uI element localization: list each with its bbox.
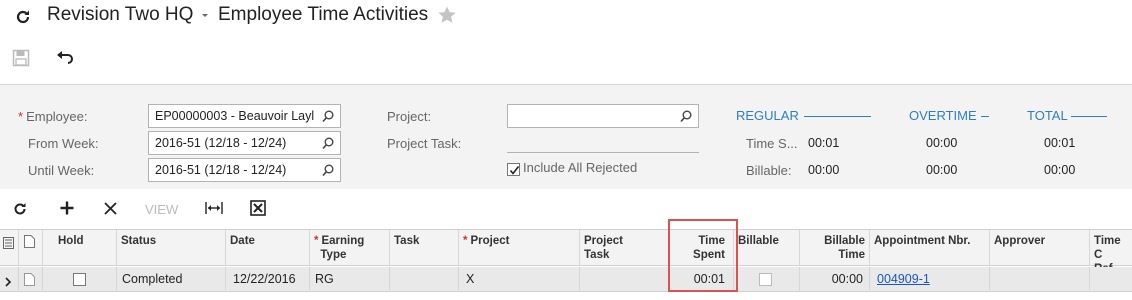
grid-header: Hold Status Date * Earning Type Task * Pro… bbox=[0, 229, 1132, 275]
project-task-label: Project Task: bbox=[387, 136, 462, 151]
col-earning-type[interactable]: * Earning Type bbox=[314, 234, 364, 262]
row-selector-icon[interactable] bbox=[3, 236, 14, 254]
from-week-label: From Week: bbox=[28, 136, 99, 151]
billable-label: Billable: bbox=[746, 163, 792, 178]
until-week-field[interactable]: 2016-51 (12/18 - 12/24) bbox=[148, 158, 341, 182]
billable-time-cell[interactable]: 00:00 bbox=[804, 272, 863, 286]
company-selector[interactable]: Revision Two HQ bbox=[47, 4, 193, 26]
search-icon[interactable] bbox=[680, 110, 692, 123]
delete-icon[interactable] bbox=[103, 201, 118, 221]
regular-time-spent: 00:01 bbox=[808, 136, 840, 150]
col-project[interactable]: * Project bbox=[463, 234, 509, 248]
col-task[interactable]: Task bbox=[394, 234, 419, 248]
project-task-field[interactable] bbox=[507, 152, 699, 153]
col-date[interactable]: Date bbox=[230, 234, 255, 248]
table-row[interactable]: Completed 12/22/2016 RG X 00:01 00:00 00… bbox=[0, 267, 1132, 292]
col-hold[interactable]: Hold bbox=[58, 234, 84, 248]
hold-checkbox[interactable] bbox=[73, 273, 86, 286]
row-pointer-icon bbox=[5, 274, 12, 292]
overtime-heading: OVERTIME bbox=[909, 108, 977, 123]
refresh-icon[interactable] bbox=[12, 201, 28, 222]
regular-heading: REGULAR bbox=[736, 108, 799, 123]
view-button[interactable]: VIEW bbox=[145, 202, 178, 217]
filter-form: * Employee: EP00000003 - Beauvoir Layl Fr… bbox=[0, 84, 1132, 189]
status-cell: Completed bbox=[122, 272, 183, 286]
refresh-icon[interactable] bbox=[14, 8, 32, 26]
save-icon[interactable] bbox=[12, 49, 30, 67]
until-week-label: Until Week: bbox=[28, 163, 95, 178]
from-week-field[interactable]: 2016-51 (12/18 - 12/24) bbox=[148, 131, 341, 155]
project-cell[interactable]: X bbox=[466, 272, 474, 286]
title-bar: Revision Two HQ Employee Time Activities bbox=[0, 0, 1132, 34]
col-billable-time[interactable]: Billable Time bbox=[804, 234, 865, 262]
employee-label: * Employee: bbox=[18, 109, 88, 124]
overtime-time-spent: 00:00 bbox=[926, 136, 958, 150]
star-icon[interactable] bbox=[437, 5, 457, 25]
export-excel-icon[interactable] bbox=[250, 200, 266, 221]
add-icon[interactable] bbox=[59, 200, 75, 221]
col-approver[interactable]: Approver bbox=[994, 234, 1045, 248]
time-spent-label: Time S... bbox=[746, 136, 798, 151]
page-title: Employee Time Activities bbox=[218, 4, 429, 25]
billable-checkbox[interactable] bbox=[759, 273, 772, 286]
include-rejected-label: Include All Rejected bbox=[523, 160, 638, 175]
appointment-nbr-link[interactable]: 004909-1 bbox=[877, 272, 930, 286]
undo-icon[interactable] bbox=[56, 50, 74, 66]
project-field[interactable] bbox=[507, 104, 699, 128]
date-cell[interactable]: 12/22/2016 bbox=[233, 272, 296, 286]
col-status[interactable]: Status bbox=[121, 234, 156, 248]
search-icon[interactable] bbox=[322, 137, 334, 150]
project-label: Project: bbox=[387, 109, 432, 124]
earning-type-cell[interactable]: RG bbox=[315, 272, 334, 286]
total-billable: 00:00 bbox=[1044, 163, 1076, 177]
overtime-billable: 00:00 bbox=[926, 163, 958, 177]
grid-toolbar: VIEW bbox=[0, 190, 1132, 228]
employee-field[interactable]: EP00000003 - Beauvoir Layl bbox=[148, 104, 341, 128]
total-heading: TOTAL bbox=[1027, 108, 1068, 123]
col-project-task[interactable]: Project Task bbox=[584, 234, 623, 262]
search-icon[interactable] bbox=[322, 110, 334, 123]
fit-columns-icon[interactable] bbox=[205, 201, 223, 220]
regular-billable: 00:00 bbox=[808, 163, 840, 177]
total-time-spent: 00:01 bbox=[1044, 136, 1076, 150]
col-appointment-nbr[interactable]: Appointment Nbr. bbox=[874, 234, 970, 248]
file-icon[interactable] bbox=[24, 273, 35, 291]
time-spent-highlight bbox=[668, 219, 738, 292]
col-billable[interactable]: Billable bbox=[738, 234, 779, 248]
files-icon[interactable] bbox=[24, 235, 35, 253]
search-icon[interactable] bbox=[322, 164, 334, 177]
regular-divider bbox=[804, 116, 871, 117]
overtime-divider bbox=[981, 116, 989, 117]
include-rejected-checkbox[interactable] bbox=[507, 163, 520, 176]
total-divider bbox=[1071, 116, 1107, 117]
caret-down-icon[interactable] bbox=[199, 8, 211, 22]
